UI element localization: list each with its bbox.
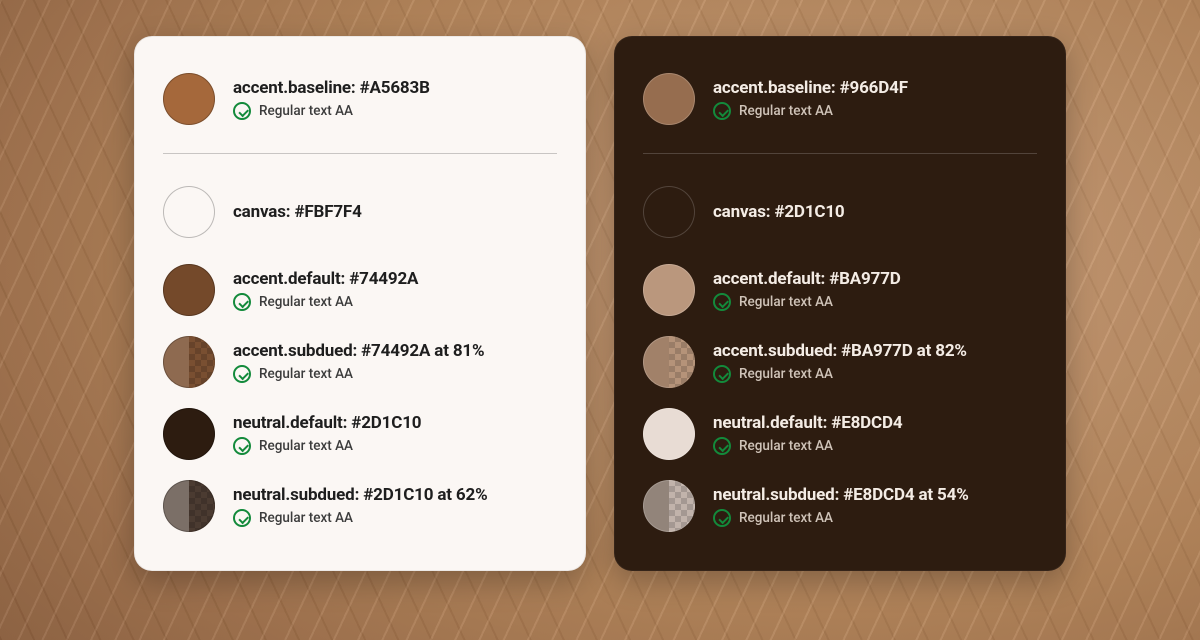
token-label: canvas: #FBF7F4 <box>233 202 362 222</box>
token-label: neutral.default: #2D1C10 <box>233 413 421 433</box>
check-icon <box>233 437 251 455</box>
pass-label: Regular text AA <box>739 438 833 454</box>
swatch-accent-default <box>643 264 695 316</box>
contrast-pass: Regular text AA <box>233 509 488 527</box>
token-label: accent.default: #BA977D <box>713 269 901 289</box>
swatch-accent-default <box>163 264 215 316</box>
swatch-accent-subdued <box>163 336 215 388</box>
contrast-pass: Regular text AA <box>233 437 421 455</box>
swatch-neutral-subdued <box>643 480 695 532</box>
row-accent-subdued: accent.subdued: #74492A at 81% Regular t… <box>163 326 557 398</box>
token-label: neutral.subdued: #2D1C10 at 62% <box>233 485 488 505</box>
pass-label: Regular text AA <box>259 510 353 526</box>
check-icon <box>713 293 731 311</box>
token-label: accent.baseline: #966D4F <box>713 78 908 98</box>
swatch-accent-subdued <box>643 336 695 388</box>
swatch-canvas <box>643 186 695 238</box>
alpha-checker-icon <box>669 336 695 388</box>
pass-label: Regular text AA <box>739 294 833 310</box>
contrast-pass: Regular text AA <box>713 509 969 527</box>
contrast-pass: Regular text AA <box>233 365 484 383</box>
contrast-pass: Regular text AA <box>233 293 418 311</box>
stage: accent.baseline: #A5683B Regular text AA… <box>0 0 1200 640</box>
palette-panel-light: accent.baseline: #A5683B Regular text AA… <box>134 36 586 571</box>
token-label: accent.subdued: #BA977D at 82% <box>713 341 967 361</box>
palette-panel-dark: accent.baseline: #966D4F Regular text AA… <box>614 36 1066 571</box>
row-accent-default: accent.default: #74492A Regular text AA <box>163 254 557 326</box>
pass-label: Regular text AA <box>739 103 833 119</box>
divider <box>643 153 1037 154</box>
swatch-accent-baseline <box>163 73 215 125</box>
pass-label: Regular text AA <box>259 438 353 454</box>
row-accent-default: accent.default: #BA977D Regular text AA <box>643 254 1037 326</box>
alpha-checker-icon <box>189 336 215 388</box>
check-icon <box>233 509 251 527</box>
contrast-pass: Regular text AA <box>713 437 902 455</box>
swatch-neutral-subdued <box>163 480 215 532</box>
alpha-checker-icon <box>669 480 695 532</box>
check-icon <box>233 102 251 120</box>
contrast-pass: Regular text AA <box>233 102 430 120</box>
row-neutral-subdued: neutral.subdued: #E8DCD4 at 54% Regular … <box>643 470 1037 542</box>
contrast-pass: Regular text AA <box>713 102 908 120</box>
swatch-neutral-default <box>643 408 695 460</box>
token-label: neutral.subdued: #E8DCD4 at 54% <box>713 485 969 505</box>
token-label: accent.subdued: #74492A at 81% <box>233 341 484 361</box>
check-icon <box>713 365 731 383</box>
row-accent-baseline: accent.baseline: #966D4F Regular text AA <box>643 63 1037 135</box>
swatch-canvas <box>163 186 215 238</box>
pass-label: Regular text AA <box>739 366 833 382</box>
swatch-neutral-default <box>163 408 215 460</box>
pass-label: Regular text AA <box>259 366 353 382</box>
check-icon <box>713 102 731 120</box>
check-icon <box>713 437 731 455</box>
swatch-accent-baseline <box>643 73 695 125</box>
token-label: canvas: #2D1C10 <box>713 202 845 222</box>
check-icon <box>233 365 251 383</box>
row-canvas: canvas: #2D1C10 <box>643 176 1037 248</box>
divider <box>163 153 557 154</box>
check-icon <box>233 293 251 311</box>
contrast-pass: Regular text AA <box>713 365 967 383</box>
pass-label: Regular text AA <box>259 294 353 310</box>
row-accent-baseline: accent.baseline: #A5683B Regular text AA <box>163 63 557 135</box>
row-neutral-default: neutral.default: #2D1C10 Regular text AA <box>163 398 557 470</box>
row-neutral-subdued: neutral.subdued: #2D1C10 at 62% Regular … <box>163 470 557 542</box>
alpha-checker-icon <box>189 480 215 532</box>
token-label: accent.baseline: #A5683B <box>233 78 430 98</box>
contrast-pass: Regular text AA <box>713 293 901 311</box>
row-accent-subdued: accent.subdued: #BA977D at 82% Regular t… <box>643 326 1037 398</box>
row-canvas: canvas: #FBF7F4 <box>163 176 557 248</box>
row-neutral-default: neutral.default: #E8DCD4 Regular text AA <box>643 398 1037 470</box>
pass-label: Regular text AA <box>739 510 833 526</box>
check-icon <box>713 509 731 527</box>
token-label: accent.default: #74492A <box>233 269 418 289</box>
pass-label: Regular text AA <box>259 103 353 119</box>
token-label: neutral.default: #E8DCD4 <box>713 413 902 433</box>
